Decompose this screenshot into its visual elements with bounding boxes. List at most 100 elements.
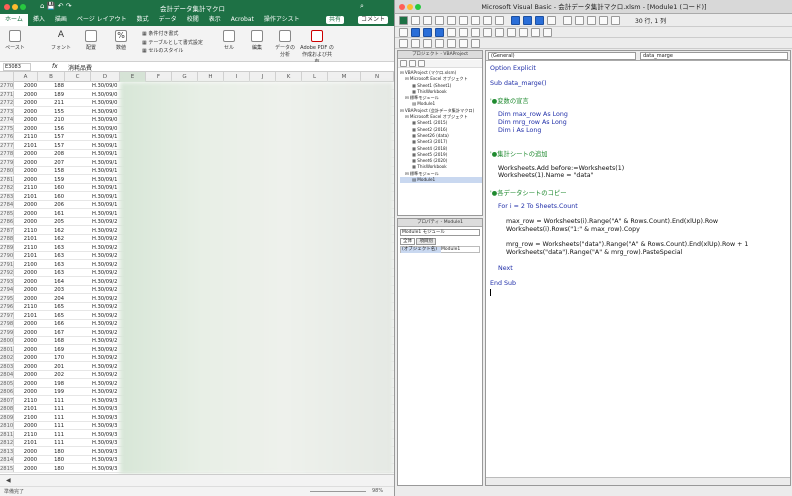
zoom-slider[interactable] <box>310 491 366 492</box>
run-icon[interactable] <box>411 28 420 37</box>
close-window-icon[interactable] <box>399 4 405 10</box>
outdent-icon[interactable] <box>435 39 444 48</box>
code-line[interactable]: For i = 2 To Sheets.Count <box>490 203 578 210</box>
column-header[interactable]: I <box>224 72 250 82</box>
adobe-pdf-button[interactable]: Adobe PDF の作成および共有 <box>300 30 334 65</box>
indent-icon[interactable] <box>423 39 432 48</box>
call-stack-icon[interactable] <box>543 28 552 37</box>
object-dropdown[interactable]: (General) <box>488 52 636 60</box>
tab-page-layout[interactable]: ページ レイアウト <box>72 14 132 26</box>
close-window-icon[interactable] <box>4 4 10 10</box>
pause-icon[interactable] <box>523 16 532 25</box>
code-line[interactable]: Next <box>490 265 513 272</box>
column-header[interactable]: M <box>328 72 361 82</box>
column-header[interactable]: B <box>38 72 65 82</box>
code-line[interactable]: Dim max_row As Long <box>490 111 568 118</box>
font-button[interactable]: A フォント <box>50 30 72 51</box>
code-line[interactable]: Dim i As Long <box>490 127 541 134</box>
code-line[interactable]: Worksheets("data").Range("A" & mrg_row).… <box>490 249 682 256</box>
table-format-button[interactable]: ▦ テーブルとして書式設定 <box>142 39 203 48</box>
breakpoint-icon[interactable] <box>447 28 456 37</box>
code-line[interactable]: Dim mrg_row As Long <box>490 119 567 126</box>
code-line[interactable]: mrg_row = Worksheets("data").Range("A" &… <box>490 241 748 248</box>
cell-button[interactable]: セル <box>218 30 240 51</box>
horizontal-scrollbar[interactable] <box>486 477 790 485</box>
view-object-icon[interactable] <box>409 60 416 67</box>
properties-icon[interactable] <box>575 16 584 25</box>
excel-icon[interactable] <box>399 16 408 25</box>
tab-alphabetic[interactable]: 全体 <box>400 238 415 245</box>
tree-item-selected[interactable]: ▤ Module1 <box>400 177 482 184</box>
minimize-window-icon[interactable] <box>12 4 18 10</box>
toolbox-icon[interactable] <box>599 16 608 25</box>
column-header[interactable]: C <box>65 72 91 82</box>
column-header[interactable]: G <box>172 72 198 82</box>
locals-icon[interactable] <box>495 28 504 37</box>
tab-insert[interactable]: 挿入 <box>28 14 50 26</box>
help-icon[interactable] <box>611 16 620 25</box>
stop-icon[interactable] <box>535 16 544 25</box>
tab-tell-me[interactable]: 操作アシスト <box>259 14 305 26</box>
conditional-format-button[interactable]: ▦ 条件付き書式 <box>142 30 203 39</box>
pause-icon[interactable] <box>423 28 432 37</box>
minimize-window-icon[interactable] <box>407 4 413 10</box>
share-button[interactable]: 共有 <box>326 16 345 24</box>
quick-watch-icon[interactable] <box>531 28 540 37</box>
list-members-icon[interactable] <box>399 39 408 48</box>
cell-style-button[interactable]: ▦ セルのスタイル <box>142 47 203 56</box>
code-line[interactable]: Worksheets(i).Rows("1:" & max_row).Copy <box>490 226 640 233</box>
redo-icon[interactable] <box>495 16 504 25</box>
step-out-icon[interactable] <box>483 28 492 37</box>
properties-object-select[interactable]: Module1 モジュール <box>400 229 480 236</box>
autosave-icon[interactable]: ⌂ 💾 ↶ ↷ <box>40 2 72 10</box>
analyze-data-button[interactable]: データの分析 <box>274 30 296 58</box>
immediate-icon[interactable] <box>507 28 516 37</box>
bookmark-icon[interactable] <box>471 39 480 48</box>
code-line[interactable]: '●変数の宣言 <box>490 96 529 105</box>
object-browser-icon[interactable] <box>587 16 596 25</box>
code-line[interactable]: Option Explicit <box>490 65 536 72</box>
tab-draw[interactable]: 描画 <box>50 14 72 26</box>
code-line[interactable]: Worksheets.Add before:=Worksheets(1) <box>490 165 624 172</box>
code-line[interactable]: Worksheets(1).Name = "data" <box>490 172 593 179</box>
zoom-level[interactable]: 98% <box>372 488 383 494</box>
save-icon[interactable] <box>423 16 432 25</box>
number-button[interactable]: % 数値 <box>110 30 132 51</box>
insert-icon[interactable] <box>411 16 420 25</box>
code-line[interactable]: '●各データシートのコピー <box>490 188 567 197</box>
column-header[interactable]: D <box>91 72 120 82</box>
column-header[interactable]: L <box>302 72 328 82</box>
tab-formulas[interactable]: 数式 <box>132 14 154 26</box>
code-line[interactable]: Sub data_marge() <box>490 80 547 87</box>
name-box[interactable]: E3083 <box>3 63 31 71</box>
procedure-dropdown[interactable]: data_marge <box>640 52 788 60</box>
code-line[interactable]: End Sub <box>490 280 516 287</box>
folder-icon[interactable] <box>418 60 425 67</box>
run-icon[interactable] <box>511 16 520 25</box>
step-into-icon[interactable] <box>459 28 468 37</box>
column-header[interactable]: E <box>120 72 146 82</box>
column-header[interactable]: N <box>361 72 394 82</box>
code-editor[interactable]: Option Explicit Sub data_marge() '●変数の宣言 D… <box>486 62 790 487</box>
code-line[interactable]: '●集計シートの追加 <box>490 149 548 158</box>
column-header[interactable]: J <box>250 72 276 82</box>
uncomment-block-icon[interactable] <box>459 39 468 48</box>
tab-data[interactable]: データ <box>154 14 182 26</box>
tab-review[interactable]: 校閲 <box>182 14 204 26</box>
design-icon[interactable] <box>399 28 408 37</box>
maximize-window-icon[interactable] <box>20 4 26 10</box>
search-icon[interactable]: ⌕ <box>360 2 364 11</box>
copy-icon[interactable] <box>447 16 456 25</box>
column-header[interactable]: H <box>198 72 224 82</box>
align-button[interactable]: 配置 <box>80 30 102 51</box>
column-header[interactable]: F <box>146 72 172 82</box>
stop-icon[interactable] <box>435 28 444 37</box>
column-header[interactable]: A <box>14 72 38 82</box>
column-header[interactable]: K <box>276 72 302 82</box>
edit-button[interactable]: 編集 <box>246 30 268 51</box>
comment-button[interactable]: コメント <box>358 16 389 24</box>
comment-block-icon[interactable] <box>447 39 456 48</box>
select-all-corner[interactable] <box>0 72 14 82</box>
paste-icon[interactable] <box>459 16 468 25</box>
step-over-icon[interactable] <box>471 28 480 37</box>
